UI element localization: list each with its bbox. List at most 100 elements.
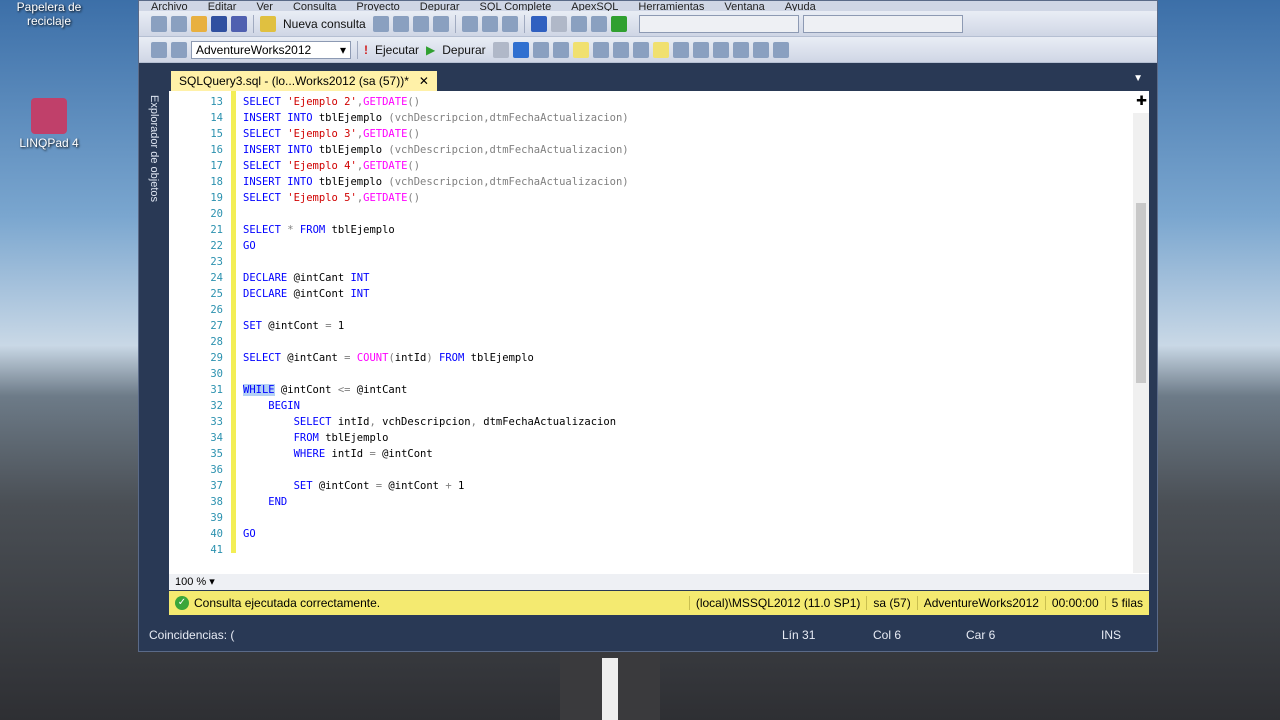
code-token: tblEjemplo [318,112,389,124]
results-text-icon[interactable] [632,41,649,58]
include-plan-icon[interactable] [592,41,609,58]
platform-combo[interactable] [802,14,963,33]
add-item-icon[interactable] [171,15,187,32]
code-token: SET [243,480,319,492]
code-token: @intCont [388,480,446,492]
xmla-query-icon[interactable] [432,15,449,32]
code-token: SELECT [243,224,288,236]
menu-item[interactable]: ApexSQL [571,1,618,11]
debug-button[interactable]: Depurar [439,43,488,57]
code-token: SELECT [243,352,288,364]
tab-title: SQLQuery3.sql - (lo...Works2012 (sa (57)… [179,74,409,88]
save-all-icon[interactable] [231,15,247,32]
code-token: dtmFechaActualizacion [483,416,617,428]
menu-item[interactable]: Archivo [151,1,188,11]
navigate-icon[interactable] [570,15,587,32]
start-icon[interactable] [610,15,627,32]
code-line: DECLARE @intCont INT [243,286,369,302]
solution-config-combo[interactable] [638,14,799,33]
menu-item[interactable]: Editar [208,1,237,11]
zoom-select[interactable]: 100 % [175,576,206,588]
save-icon[interactable] [211,15,227,32]
menu-bar: Archivo Editar Ver Consulta Proyecto Depurar S… [139,1,1157,11]
code-line: INSERT INTO tblEjemplo (vchDescripcion,d… [243,110,629,126]
paste-icon[interactable] [501,15,518,32]
code-token: GO [243,528,256,540]
change-connection-icon[interactable] [171,41,187,58]
code-token: SET [243,320,269,332]
copy-icon[interactable] [481,15,498,32]
new-query-button[interactable]: Nueva consulta [280,17,369,31]
code-token: intId [337,416,370,428]
code-line: FROM tblEjemplo [243,430,389,446]
debug-icon: ▶ [426,42,436,57]
db-engine-query-icon[interactable] [372,15,389,32]
code-token: , [470,416,484,428]
tab-sqlquery3[interactable]: SQLQuery3.sql - (lo...Works2012 (sa (57)… [171,71,437,91]
linqpad-label: LINQPad 4 [19,136,79,150]
code-token: 'Ejemplo 5' [287,192,357,204]
decrease-indent-icon[interactable] [732,41,749,58]
success-check-icon: ✓ [175,596,189,610]
query-status-bar: ✓ Consulta ejecutada correctamente. (loc… [169,591,1149,615]
code-line: SELECT * FROM tblEjemplo [243,222,395,238]
connect-icon[interactable] [151,41,167,58]
line-number: 15 [210,128,223,140]
line-number: 17 [210,160,223,172]
code-token: * [287,224,300,236]
menu-item[interactable]: Depurar [420,1,460,11]
client-stats-icon[interactable] [612,41,629,58]
results-to-icon[interactable] [572,41,589,58]
split-icon[interactable]: ✚ [1136,93,1147,109]
code-token: COUNT [356,352,389,364]
display-plan-icon[interactable] [532,41,549,58]
line-number: 32 [210,400,223,412]
undo-icon[interactable] [530,15,547,32]
desktop-icon-linqpad[interactable]: LINQPad 4 [14,98,84,150]
new-project-icon[interactable] [151,15,167,32]
tab-dropdown-icon[interactable]: ▼ [1133,73,1143,84]
open-file-icon[interactable] [191,15,207,32]
mdx-query-icon[interactable] [412,15,429,32]
code-token: INSERT INTO [243,144,319,156]
line-number: 35 [210,448,223,460]
uncomment-icon[interactable] [712,41,729,58]
menu-item[interactable]: Ventana [724,1,764,11]
line-number: 25 [210,288,223,300]
activity-monitor-icon[interactable] [590,15,607,32]
analysis-query-icon[interactable] [392,15,409,32]
code-token: SELECT [243,128,288,140]
code-token: @intCant [356,384,408,396]
code-token: () [407,160,421,172]
code-token: GETDATE [363,192,408,204]
redo-icon[interactable] [550,15,567,32]
code-line: END [243,494,287,510]
cut-icon[interactable] [461,15,478,32]
query-designer-icon[interactable] [552,41,569,58]
specify-values-icon[interactable] [772,41,789,58]
object-explorer-tab[interactable]: Explorador de objetos [145,73,165,213]
comment-icon[interactable] [692,41,709,58]
menu-item[interactable]: Ver [256,1,273,11]
close-icon[interactable]: ✕ [419,74,429,88]
execute-button[interactable]: Ejecutar [372,43,422,57]
menu-item[interactable]: Ayuda [785,1,816,11]
desktop-icon-recycle-bin[interactable]: Papelera de reciclaje [14,0,84,28]
results-grid-icon[interactable] [652,41,669,58]
code-token: INT [350,288,370,300]
menu-item[interactable]: SQL Complete [480,1,552,11]
horizontal-scrollbar[interactable]: 100 % ▾ [169,574,1149,590]
code-editor[interactable]: 13 SELECT 'Ejemplo 2',GETDATE() 14 INSERT I… [169,91,1149,574]
increase-indent-icon[interactable] [752,41,769,58]
menu-item[interactable]: Proyecto [356,1,399,11]
vertical-scrollbar[interactable] [1133,113,1149,573]
menu-item[interactable]: Consulta [293,1,336,11]
cancel-query-icon[interactable] [492,41,509,58]
results-file-icon[interactable] [672,41,689,58]
parse-icon[interactable] [512,41,529,58]
code-token: WHILE [243,384,275,396]
code-token: GETDATE [363,96,408,108]
code-line: GO [243,526,256,542]
database-select[interactable]: AdventureWorks2012 ▾ [191,40,351,59]
menu-item[interactable]: Herramientas [638,1,704,11]
